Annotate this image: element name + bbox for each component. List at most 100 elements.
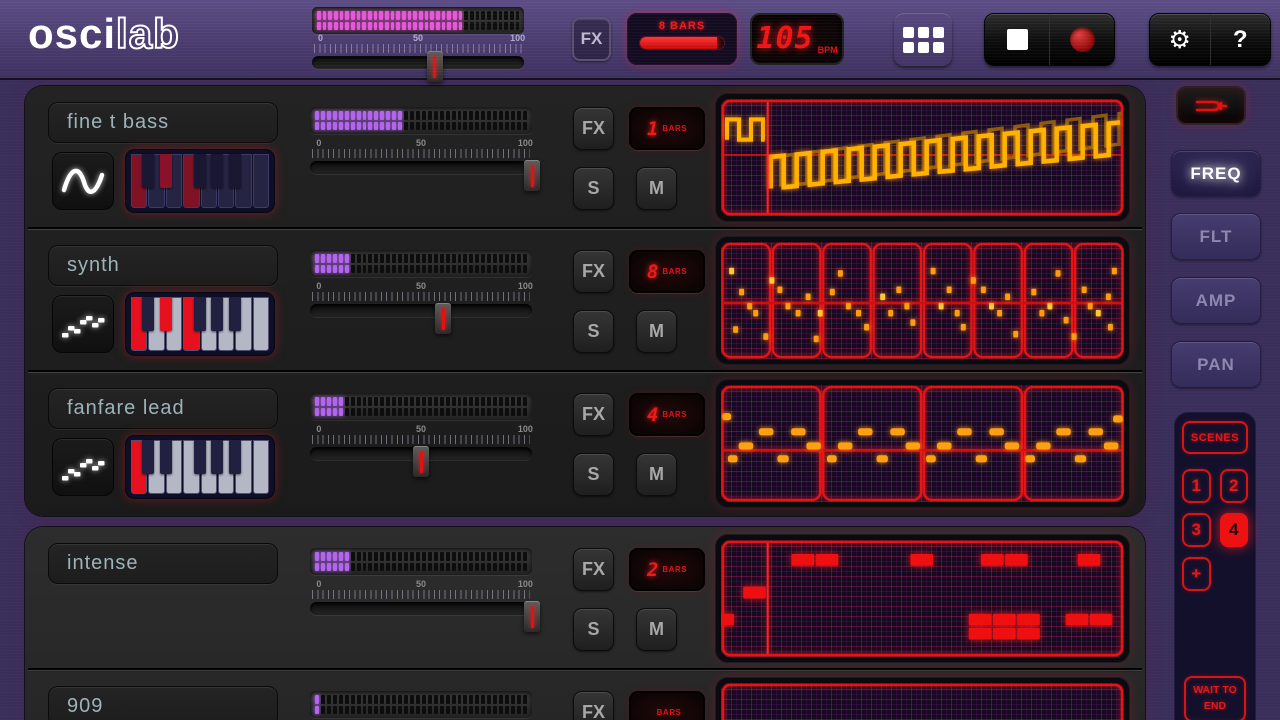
mute-button[interactable]: M [636,167,677,210]
mute-button[interactable]: M [636,310,677,353]
scene-button-3[interactable]: 3 [1182,513,1211,547]
track-bars-display[interactable]: 8 BARS [629,250,705,293]
pattern-display[interactable] [715,379,1130,508]
track-row-fanfare-lead: fanfare lead 050100 FX 4 BARS S M [25,372,1145,515]
slider-handle[interactable] [524,160,540,191]
stop-button[interactable] [985,14,1049,65]
track-name-field[interactable]: 909 [48,686,278,720]
slider-tick-label: 100 [510,33,525,43]
mute-button[interactable]: M [636,608,677,651]
track-fx-button[interactable]: FX [573,548,614,591]
mode-button-flt[interactable]: FLT [1171,213,1261,260]
track-bars-display[interactable]: 2 BARS [629,548,705,591]
keyboard-display[interactable] [125,435,275,499]
help-icon: ? [1233,26,1248,54]
bars-unit-label: BARS [662,124,687,133]
scene-grid: 1234 + [1182,469,1248,591]
track-name-field[interactable]: fanfare lead [48,388,278,429]
slider-handle[interactable] [524,601,540,632]
scenes-panel: SCENES 1234 + WAIT TO END [1174,412,1256,720]
bpm-display[interactable]: 105 BPM [750,13,844,65]
track-bars-display[interactable]: 4 BARS [629,393,705,436]
pads-view-button[interactable] [894,13,952,66]
top-bar: oscilab 050100 FX 8 BARS 105 BPM ⚙ ? [0,0,1280,80]
track-volume-slider[interactable]: 050100 [310,579,532,627]
slider-tick-label: 50 [413,33,423,43]
keyboard-display[interactable] [125,149,275,213]
track-bars-display[interactable]: BARS [629,691,705,720]
master-fx-button[interactable]: FX [572,17,611,61]
pattern-display[interactable] [715,677,1130,720]
slider-handle[interactable] [435,303,451,334]
slider-track[interactable] [312,56,524,69]
bpm-value: 105 [756,15,813,63]
keyboard-display[interactable] [125,292,275,356]
slider-tick-label: 50 [416,424,426,434]
piano-key-black [194,154,206,188]
slider-tick-label: 0 [316,424,321,434]
record-button[interactable] [1049,14,1114,65]
mute-button[interactable]: M [636,453,677,496]
bars-unit-label: BARS [662,267,687,276]
track-name-label: 909 [67,695,103,718]
slider-track[interactable] [310,161,532,174]
piano-key-black [229,440,241,474]
scene-button-1[interactable]: 1 [1182,469,1211,503]
track-fx-button[interactable]: FX [573,107,614,150]
slider-tick-labels: 050100 [310,579,532,590]
track-name-label: intense [67,552,139,575]
pattern-display[interactable] [715,93,1130,222]
step-sequence-icon [59,301,107,347]
tuner-button[interactable] [1176,86,1246,125]
piano-key-white [253,440,269,494]
mode-button-pan[interactable]: PAN [1171,341,1261,388]
wait-to-end-button[interactable]: WAIT TO END [1184,676,1246,720]
track-bars-display[interactable]: 1 BARS [629,107,705,150]
scenes-button[interactable]: SCENES [1182,421,1248,454]
loop-length-display[interactable]: 8 BARS [627,13,737,65]
piano-key-black [142,154,154,188]
solo-button[interactable]: S [573,608,614,651]
master-volume-slider[interactable]: 050100 [312,33,524,77]
slider-track[interactable] [310,304,532,317]
piano-key-black [211,297,223,331]
slider-track[interactable] [310,602,532,615]
pattern-display[interactable] [715,236,1130,365]
slider-handle[interactable] [427,51,443,82]
track-fx-button[interactable]: FX [573,393,614,436]
settings-button[interactable]: ⚙ [1150,14,1210,65]
transport-controls [984,13,1115,66]
track-name-field[interactable]: fine t bass [48,102,278,143]
waveform-icon-button[interactable] [52,295,114,353]
pattern-display[interactable] [715,534,1130,663]
slider-tick-label: 0 [316,579,321,589]
solo-button[interactable]: S [573,453,614,496]
scene-button-2[interactable]: 2 [1220,469,1249,503]
track-volume-slider[interactable]: 050100 [310,424,532,472]
track-volume-slider[interactable]: 050100 [310,281,532,329]
pattern-screen [721,683,1124,720]
oscilab-app: oscilab 050100 FX 8 BARS 105 BPM ⚙ ? fin… [0,0,1280,720]
stop-icon [1007,29,1028,50]
waveform-icon-button[interactable] [52,438,114,496]
waveform-icon-button[interactable] [52,152,114,210]
mode-button-freq[interactable]: FREQ [1171,150,1261,197]
piano-key-black [229,154,241,188]
help-button[interactable]: ? [1210,14,1271,65]
track-group-lower: intense 050100 FX 2 BARS S M 909 050100 … [25,527,1145,720]
loop-length-label: 8 BARS [659,20,705,32]
scene-button-4[interactable]: 4 [1220,513,1249,547]
scene-button-+[interactable]: + [1182,557,1211,591]
solo-button[interactable]: S [573,167,614,210]
mode-button-amp[interactable]: AMP [1171,277,1261,324]
track-fx-button[interactable]: FX [573,691,614,720]
slider-tick-labels: 050100 [310,281,532,292]
track-volume-slider[interactable]: 050100 [310,138,532,186]
slider-tick-labels: 050100 [312,33,524,44]
slider-handle[interactable] [413,446,429,477]
sine-wave-icon [59,158,107,204]
track-fx-button[interactable]: FX [573,250,614,293]
track-name-field[interactable]: intense [48,543,278,584]
track-name-field[interactable]: synth [48,245,278,286]
solo-button[interactable]: S [573,310,614,353]
